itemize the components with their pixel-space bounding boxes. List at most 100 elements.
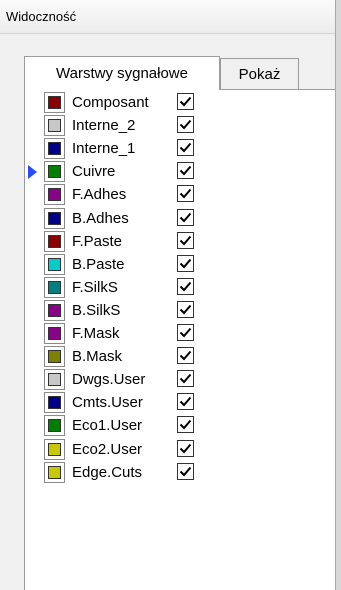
layer-visibility-checkbox[interactable] xyxy=(177,116,194,134)
layer-visibility-checkbox[interactable] xyxy=(177,139,194,157)
layer-row[interactable]: Composant xyxy=(12,91,194,114)
active-layer-pointer-icon xyxy=(28,165,37,180)
layer-color-button[interactable] xyxy=(44,161,65,183)
layer-name[interactable]: B.Adhes xyxy=(72,210,129,227)
layer-row[interactable]: B.Adhes xyxy=(12,207,194,230)
layer-row[interactable]: F.Mask xyxy=(12,322,194,345)
checkmark-icon xyxy=(179,350,192,361)
layer-name[interactable]: Interne_1 xyxy=(72,140,135,157)
layer-color-button[interactable] xyxy=(44,415,65,437)
layer-row[interactable]: B.Paste xyxy=(12,253,194,276)
layer-color-swatch xyxy=(48,188,61,202)
layer-visibility-checkbox[interactable] xyxy=(177,439,194,457)
layer-color-button[interactable] xyxy=(44,92,65,113)
layer-name[interactable]: Cuivre xyxy=(72,163,115,180)
layer-row[interactable]: Eco2.User xyxy=(12,438,194,461)
layer-row[interactable]: B.Mask xyxy=(12,345,194,368)
layer-color-swatch xyxy=(48,211,61,225)
layer-row[interactable]: F.SilkS xyxy=(12,276,194,299)
layer-name[interactable]: Interne_2 xyxy=(72,117,135,134)
layer-color-button[interactable] xyxy=(44,184,65,206)
layer-row[interactable]: Cuivre xyxy=(12,160,194,183)
checkmark-icon xyxy=(179,189,192,199)
layer-color-swatch xyxy=(48,350,61,364)
layer-color-button[interactable] xyxy=(44,392,65,414)
tab-show[interactable]: Pokaż xyxy=(220,58,299,90)
checkmark-icon xyxy=(179,96,192,107)
layer-color-button[interactable] xyxy=(44,299,65,321)
layer-color-swatch xyxy=(48,280,61,294)
layer-row[interactable]: Cmts.User xyxy=(12,391,194,414)
layer-visibility-checkbox[interactable] xyxy=(177,370,194,388)
layer-visibility-checkbox[interactable] xyxy=(177,300,194,318)
layer-list: Composant Interne_2 Interne_1 Cuivre F.Adhes… xyxy=(12,91,194,590)
layer-visibility-checkbox[interactable] xyxy=(177,208,194,226)
checkmark-icon xyxy=(179,281,192,292)
layer-color-button[interactable] xyxy=(44,346,65,368)
layer-row[interactable]: Interne_1 xyxy=(12,137,194,160)
layer-color-button[interactable] xyxy=(44,230,65,252)
layer-name[interactable]: Eco2.User xyxy=(72,441,142,458)
layer-row[interactable]: Edge.Cuts xyxy=(12,461,194,484)
checkmark-icon xyxy=(179,235,192,246)
checkmark-icon xyxy=(179,119,192,130)
layer-visibility-checkbox[interactable] xyxy=(177,416,194,434)
tab-signal-layers[interactable]: Warstwy sygnałowe xyxy=(24,56,220,90)
layer-name[interactable]: F.Adhes xyxy=(72,186,126,203)
layer-color-button[interactable] xyxy=(44,369,65,391)
panel-title: Widoczność xyxy=(6,9,77,24)
layer-row[interactable]: Dwgs.User xyxy=(12,368,194,391)
layer-row[interactable]: B.SilkS xyxy=(12,299,194,322)
layer-color-button[interactable] xyxy=(44,115,65,137)
layer-name[interactable]: B.SilkS xyxy=(72,302,120,319)
visibility-panel: Widoczność Warstwy sygnałowe Pokaż Compo… xyxy=(0,0,341,590)
layer-name[interactable]: B.Mask xyxy=(72,348,122,365)
checkmark-icon xyxy=(179,327,192,338)
layer-row[interactable]: Interne_2 xyxy=(12,114,194,137)
layer-visibility-checkbox[interactable] xyxy=(177,462,194,480)
layer-color-swatch xyxy=(48,396,61,410)
layer-visibility-checkbox[interactable] xyxy=(177,277,194,295)
layer-visibility-checkbox[interactable] xyxy=(177,93,194,110)
layer-name[interactable]: Eco1.User xyxy=(72,417,142,434)
layer-name[interactable]: Dwgs.User xyxy=(72,371,145,388)
layer-color-swatch xyxy=(48,327,61,340)
checkmark-icon xyxy=(179,304,192,315)
layer-visibility-checkbox[interactable] xyxy=(177,162,194,180)
layer-color-button[interactable] xyxy=(44,253,65,275)
layer-name[interactable]: F.Mask xyxy=(72,325,120,342)
layer-visibility-checkbox[interactable] xyxy=(177,347,194,365)
layer-color-swatch xyxy=(48,234,61,248)
layer-color-swatch xyxy=(48,142,61,156)
layer-visibility-checkbox[interactable] xyxy=(177,231,194,249)
panel-splitter[interactable] xyxy=(335,0,341,590)
layer-color-swatch xyxy=(48,303,61,317)
layer-color-button[interactable] xyxy=(44,438,65,460)
layer-name[interactable]: Edge.Cuts xyxy=(72,464,142,481)
layer-name[interactable]: Composant xyxy=(72,94,149,111)
layer-row[interactable]: Eco1.User xyxy=(12,414,194,437)
layer-visibility-checkbox[interactable] xyxy=(177,185,194,203)
layer-visibility-checkbox[interactable] xyxy=(177,324,194,341)
layer-name[interactable]: B.Paste xyxy=(72,256,125,273)
layer-name[interactable]: F.SilkS xyxy=(72,279,118,296)
layer-row[interactable]: F.Adhes xyxy=(12,183,194,206)
layer-color-button[interactable] xyxy=(44,276,65,298)
layer-color-button[interactable] xyxy=(44,461,65,483)
layer-row[interactable]: F.Paste xyxy=(12,230,194,253)
layer-color-button[interactable] xyxy=(44,138,65,160)
layer-color-swatch xyxy=(48,373,61,387)
layer-name[interactable]: Cmts.User xyxy=(72,394,143,411)
layer-visibility-checkbox[interactable] xyxy=(177,393,194,411)
layer-color-button[interactable] xyxy=(44,207,65,229)
checkmark-icon xyxy=(179,212,192,222)
layer-visibility-checkbox[interactable] xyxy=(177,254,194,272)
layer-color-swatch xyxy=(48,119,61,133)
layer-name[interactable]: F.Paste xyxy=(72,233,122,250)
layer-color-button[interactable] xyxy=(44,323,65,344)
checkmark-icon xyxy=(179,374,192,384)
layer-color-swatch xyxy=(48,442,61,456)
checkmark-icon xyxy=(179,143,192,153)
layer-color-swatch xyxy=(48,465,61,479)
checkmark-icon xyxy=(179,397,192,407)
